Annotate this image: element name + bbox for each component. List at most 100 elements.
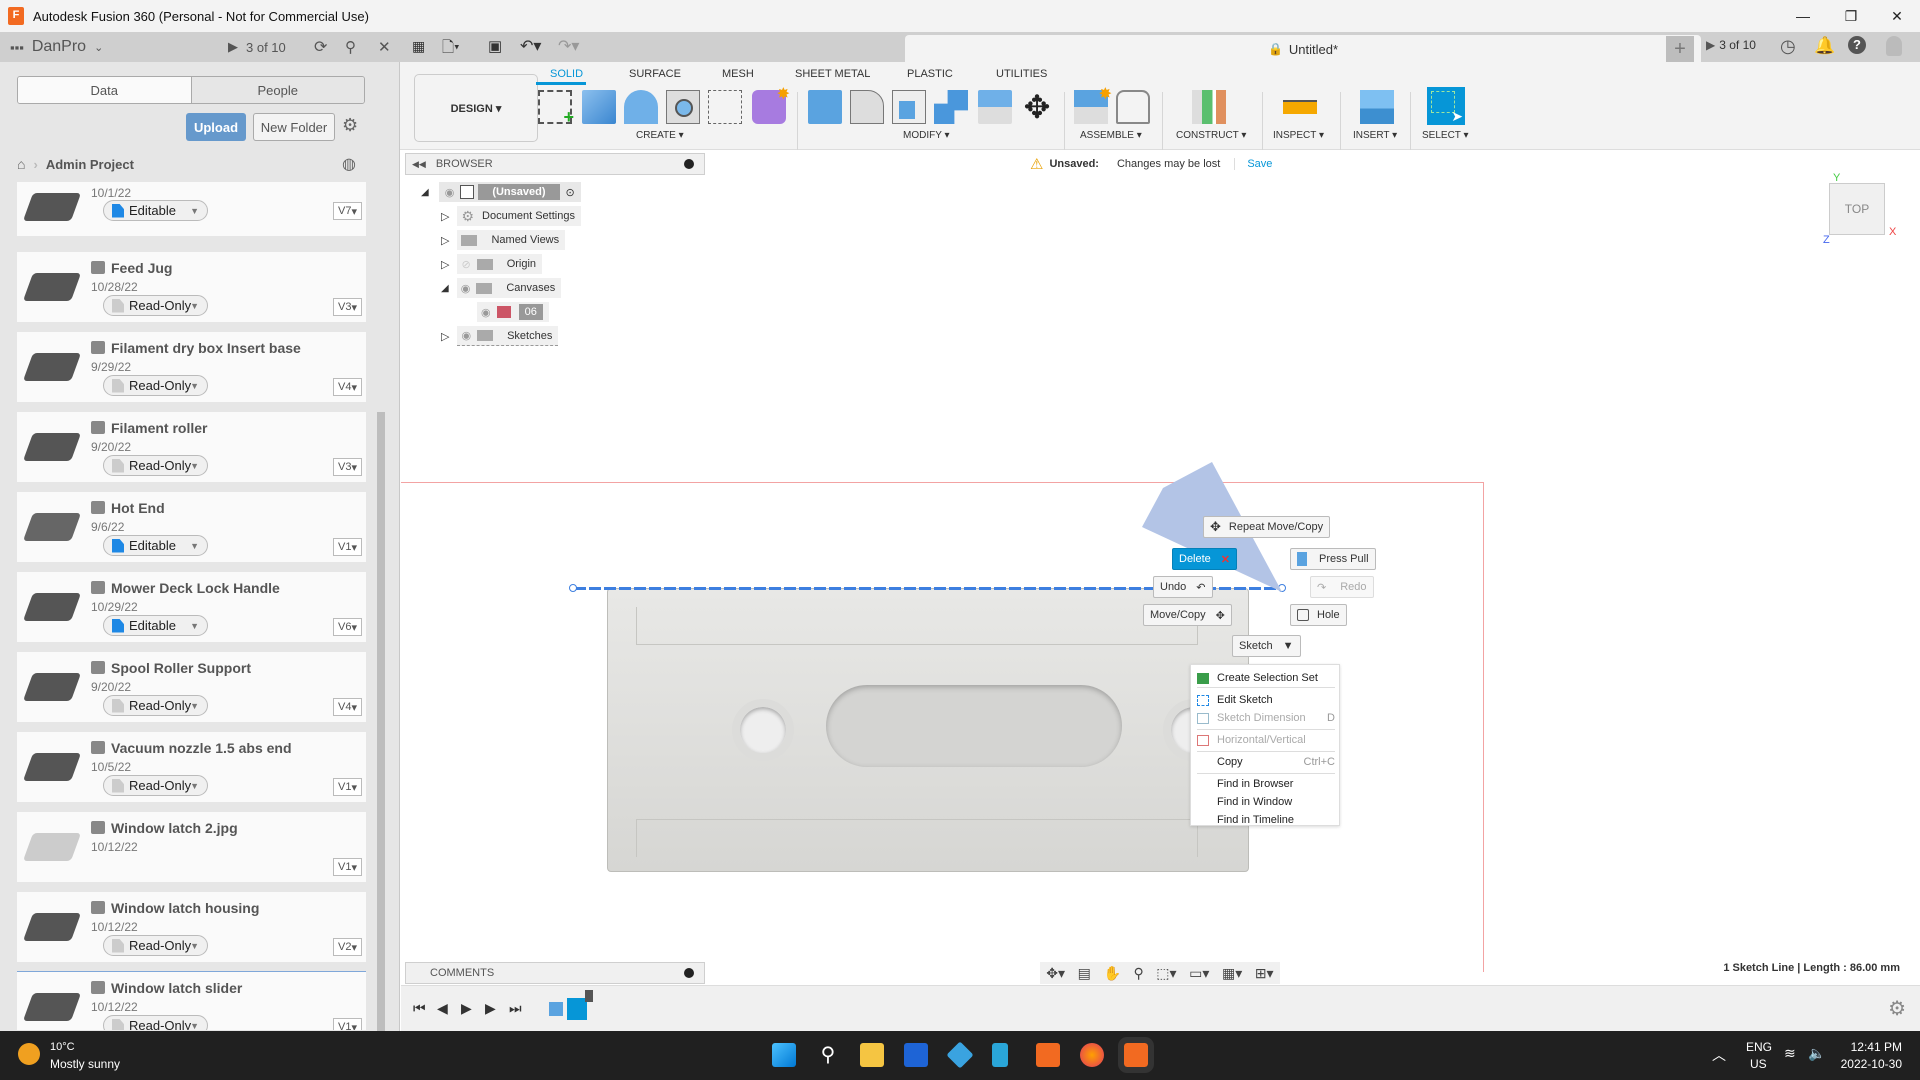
timeline-marker-icon[interactable]	[585, 990, 593, 1002]
version-dropdown[interactable]: V3 ▾	[333, 298, 362, 316]
file-explorer-icon[interactable]	[860, 1043, 884, 1067]
canvas-viewport[interactable]: ◀◀ BROWSER ◢ ◉ (Unsaved) ⊙ ▷ ⚙ Document S…	[401, 150, 1920, 972]
document-tab[interactable]: 🔒 Untitled* ✕	[905, 35, 1701, 63]
extrude-icon[interactable]	[582, 90, 616, 124]
app-n-icon[interactable]	[992, 1043, 1008, 1067]
insert-group-label[interactable]: INSERT ▾	[1353, 130, 1397, 141]
breadcrumb-project[interactable]: Admin Project	[46, 157, 134, 172]
activate-radio-icon[interactable]: ⊙	[566, 186, 575, 199]
context-menu-item[interactable]: Find in Timeline	[1217, 814, 1294, 826]
measure-icon[interactable]	[1283, 100, 1317, 114]
version-dropdown[interactable]: V2 ▾	[333, 938, 362, 956]
tab-data[interactable]: Data	[18, 77, 192, 103]
file-name[interactable]: Hot End	[111, 500, 165, 516]
help-icon[interactable]: ?	[1848, 36, 1866, 54]
wifi-icon[interactable]: ≋	[1784, 1045, 1796, 1062]
visibility-eye-icon[interactable]: ◉	[481, 306, 491, 319]
version-dropdown[interactable]: V7 ▾	[333, 202, 362, 220]
file-list-item[interactable]: Filament roller 9/20/22 Read-Only ▼ V3 ▾	[17, 412, 366, 482]
file-thumbnail[interactable]	[19, 896, 85, 958]
file-name[interactable]: Window latch housing	[111, 900, 259, 916]
file-thumbnail[interactable]	[19, 816, 85, 878]
version-dropdown[interactable]: V1 ▾	[333, 858, 362, 876]
tab-solid[interactable]: SOLID	[550, 68, 583, 80]
version-dropdown[interactable]: V1 ▾	[333, 778, 362, 796]
fillet-icon[interactable]	[850, 90, 884, 124]
user-avatar-icon[interactable]	[1886, 36, 1902, 56]
file-list-item[interactable]: Feed Jug 10/28/22 Read-Only ▼ V3 ▾	[17, 252, 366, 322]
tray-chevron-icon[interactable]: ︿	[1712, 1045, 1726, 1065]
pan-hand-icon[interactable]: ✋	[1103, 965, 1120, 982]
expand-triangle-icon[interactable]: ▷	[441, 234, 449, 247]
team-selector[interactable]: DanPro	[32, 38, 86, 56]
version-dropdown[interactable]: V4 ▾	[333, 378, 362, 396]
sketch-dropdown-button[interactable]: Sketch ▼	[1232, 635, 1301, 657]
share-globe-icon[interactable]: ◍	[342, 154, 356, 174]
hole-button[interactable]: Hole	[1290, 604, 1347, 626]
joint-icon[interactable]	[1116, 90, 1150, 124]
file-thumbnail[interactable]	[19, 182, 85, 238]
file-name[interactable]: Mower Deck Lock Handle	[111, 580, 280, 596]
browser-minimize-icon[interactable]	[684, 159, 694, 169]
timeline-sketch-feature-icon[interactable]	[567, 998, 587, 1020]
permission-dropdown[interactable]: Editable ▼	[103, 535, 208, 556]
redo-icon[interactable]: ↷▾	[558, 36, 579, 56]
notifications-bell-icon[interactable]: 🔔	[1814, 36, 1835, 56]
move-copy-icon[interactable]: ✥	[1020, 90, 1054, 124]
expand-triangle-icon[interactable]: ▷	[441, 210, 449, 223]
expand-triangle-icon[interactable]: ◢	[421, 187, 429, 198]
file-thumbnail[interactable]	[19, 416, 85, 478]
file-name[interactable]: Feed Jug	[111, 260, 172, 276]
file-list-scrollbar[interactable]	[377, 412, 385, 1052]
start-windows-icon[interactable]	[772, 1043, 796, 1067]
visibility-eye-icon[interactable]: ◉	[461, 329, 471, 342]
file-thumbnail[interactable]	[19, 336, 85, 398]
context-menu-item[interactable]: Edit Sketch	[1217, 694, 1273, 706]
upload-button[interactable]: Upload	[186, 113, 246, 141]
file-list-item[interactable]: 10/1/22 Editable ▼ V7 ▾	[17, 182, 366, 236]
timeline-settings-gear-icon[interactable]: ⚙	[1888, 996, 1906, 1021]
new-component-icon[interactable]: ✸	[1074, 86, 1112, 124]
context-menu-item[interactable]: Copy	[1217, 756, 1243, 768]
hole-tool-icon[interactable]	[666, 90, 700, 124]
weather-icon[interactable]	[18, 1043, 40, 1065]
redo-button[interactable]: ↷ Redo	[1310, 576, 1374, 598]
visibility-eye-icon[interactable]: ◉	[461, 282, 471, 295]
timeline-canvas-feature-icon[interactable]	[549, 1002, 563, 1016]
save-icon[interactable]: ▣	[488, 37, 502, 55]
language-region[interactable]: US	[1750, 1057, 1767, 1071]
create-form-icon[interactable]: ✸	[752, 86, 790, 124]
undo-button[interactable]: Undo ↶	[1153, 576, 1213, 598]
timeline-next-icon[interactable]: ▶	[485, 1000, 496, 1017]
permission-dropdown[interactable]: Read-Only ▼	[103, 935, 208, 956]
file-thumbnail[interactable]	[19, 976, 85, 1030]
insert-canvas-icon[interactable]	[1360, 90, 1394, 124]
clock-date[interactable]: 2022-10-30	[1841, 1057, 1902, 1071]
clock-time[interactable]: 12:41 PM	[1851, 1040, 1902, 1054]
version-dropdown[interactable]: V6 ▾	[333, 618, 362, 636]
job-status-clock-icon[interactable]: ◷	[1780, 36, 1796, 57]
firefox-icon[interactable]	[1080, 1043, 1104, 1067]
language-indicator[interactable]: ENG	[1746, 1040, 1772, 1054]
close-panel-icon[interactable]: ✕	[378, 38, 391, 56]
shell-icon[interactable]	[892, 90, 926, 124]
file-thumbnail[interactable]	[19, 656, 85, 718]
expand-triangle-icon[interactable]: ◢	[441, 283, 449, 294]
create-group-label[interactable]: CREATE ▾	[636, 130, 684, 141]
timeline-play-icon[interactable]: ▶	[461, 1000, 472, 1017]
fit-icon[interactable]: ⬚▾	[1156, 965, 1176, 982]
viewcube[interactable]: TOP	[1829, 183, 1885, 235]
look-at-icon[interactable]: ▤	[1078, 965, 1091, 982]
home-icon[interactable]: ⌂	[17, 156, 25, 172]
modify-group-label[interactable]: MODIFY ▾	[903, 130, 950, 141]
data-panel-grid-icon[interactable]: ▦	[412, 38, 425, 55]
split-body-icon[interactable]	[978, 90, 1012, 124]
combine-icon[interactable]	[934, 90, 968, 124]
maximize-button[interactable]: ❐	[1828, 0, 1874, 32]
context-menu-item[interactable]: Find in Browser	[1217, 778, 1293, 790]
refresh-icon[interactable]: ⟳	[314, 37, 327, 57]
gear-icon[interactable]: ⚙	[342, 115, 358, 136]
file-thumbnail[interactable]	[19, 736, 85, 798]
save-link[interactable]: Save	[1247, 158, 1272, 170]
file-list-item[interactable]: Filament dry box Insert base 9/29/22 Read-…	[17, 332, 366, 402]
